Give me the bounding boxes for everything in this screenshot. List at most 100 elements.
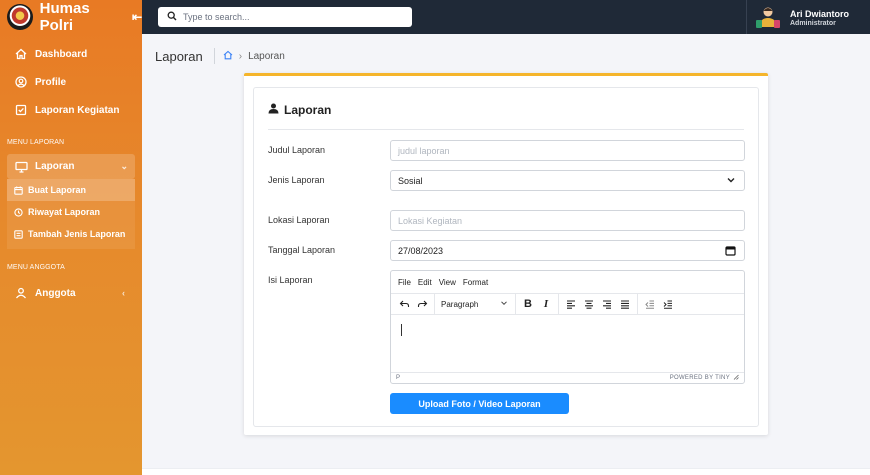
toolbar-separator xyxy=(515,293,516,315)
home-icon xyxy=(14,47,28,61)
breadcrumb-current: Laporan xyxy=(248,50,285,62)
text-cursor xyxy=(401,324,402,336)
toolbar-separator xyxy=(637,293,638,315)
user-menu[interactable]: Ari Dwiantoro Administrator xyxy=(746,0,870,34)
report-card: Laporan Judul Laporan judul laporan Jeni… xyxy=(244,73,768,435)
form-title-text: Laporan xyxy=(284,103,332,117)
italic-icon[interactable]: I xyxy=(537,295,555,313)
jenis-label: Jenis Laporan xyxy=(268,175,325,185)
bold-icon[interactable]: B xyxy=(519,295,537,313)
editor-statusbar: P POWERED BY TINY xyxy=(391,372,744,383)
sidebar-item-laporan-kegiatan[interactable]: Laporan Kegiatan xyxy=(0,96,142,124)
align-right-icon[interactable] xyxy=(598,295,616,313)
polri-logo xyxy=(7,4,33,30)
user-role: Administrator xyxy=(790,19,836,27)
brand: Humas Polri ⇤ xyxy=(0,0,142,34)
sidebar-item-dashboard[interactable]: Dashboard xyxy=(0,40,142,68)
sidebar-item-label: Laporan xyxy=(35,161,75,172)
powered-by-text: POWERED BY TINY xyxy=(669,375,730,381)
toolbar-separator xyxy=(558,293,559,315)
section-label-anggota: MENU ANGGOTA xyxy=(7,263,65,271)
rich-text-editor: File Edit View Format Paragraph B I P PO… xyxy=(390,270,745,384)
undo-icon[interactable] xyxy=(395,295,413,313)
upload-media-button[interactable]: Upload Foto / Video Laporan xyxy=(390,393,569,414)
sidebar-item-label: Dashboard xyxy=(35,48,88,60)
sidebar: Humas Polri ⇤ Dashboard Profile Laporan … xyxy=(0,0,142,475)
divider xyxy=(268,129,744,130)
redo-icon[interactable] xyxy=(413,295,431,313)
avatar xyxy=(756,6,780,28)
menu-format[interactable]: Format xyxy=(463,278,488,287)
app-title: Humas Polri xyxy=(39,0,90,34)
toolbar-separator xyxy=(434,293,435,315)
element-path: P xyxy=(396,375,401,381)
topbar: Type to search... Ari Dwiantoro Administ… xyxy=(142,0,870,34)
calendar-icon[interactable] xyxy=(725,245,736,258)
breadcrumb-divider xyxy=(213,48,215,64)
calendar-icon xyxy=(14,186,23,195)
history-icon xyxy=(14,207,23,217)
chevron-down-icon xyxy=(500,299,508,309)
judul-field[interactable]: judul laporan xyxy=(390,140,745,161)
isi-label: Isi Laporan xyxy=(268,275,313,285)
user-icon xyxy=(14,286,28,300)
sidebar-subitem-label: Buat Laporan xyxy=(28,185,87,195)
block-format-select[interactable]: Paragraph xyxy=(438,295,512,313)
block-format-value: Paragraph xyxy=(441,299,479,309)
tanggal-field[interactable]: 27/08/2023 xyxy=(390,240,745,261)
editor-menubar: File Edit View Format xyxy=(391,271,744,293)
sidebar-item-profile[interactable]: Profile xyxy=(0,68,142,96)
chevron-down-icon xyxy=(726,175,736,187)
home-icon[interactable] xyxy=(223,49,233,63)
jenis-selected: Sosial xyxy=(398,175,423,186)
align-center-icon[interactable] xyxy=(580,295,598,313)
chevron-right-icon: › xyxy=(238,50,243,62)
monitor-icon xyxy=(14,160,28,174)
chevron-down-icon: ⌄ xyxy=(120,161,128,171)
lokasi-placeholder: Lokasi Kegiatan xyxy=(398,215,463,226)
judul-label: Judul Laporan xyxy=(268,145,326,155)
tanggal-value: 27/08/2023 xyxy=(398,245,444,256)
sidebar-subitem-buat-laporan[interactable]: Buat Laporan xyxy=(7,179,135,201)
section-label-laporan: MENU LAPORAN xyxy=(7,138,65,146)
form-title: Laporan xyxy=(268,103,331,117)
resize-handle-icon[interactable] xyxy=(733,374,739,382)
menu-file[interactable]: File xyxy=(398,278,411,287)
page-title: Laporan xyxy=(155,48,203,64)
lokasi-label: Lokasi Laporan xyxy=(268,215,330,225)
breadcrumb: Laporan › Laporan xyxy=(155,46,285,66)
search-placeholder: Type to search... xyxy=(183,12,250,22)
outdent-icon[interactable] xyxy=(641,295,659,313)
laporan-submenu: Buat Laporan Riwayat Laporan Tambah Jeni… xyxy=(7,179,135,249)
editor-content-area[interactable] xyxy=(391,315,744,372)
user-circle-icon xyxy=(14,75,28,89)
sidebar-item-anggota[interactable]: Anggota ‹ xyxy=(0,279,142,307)
sidebar-item-label: Laporan Kegiatan xyxy=(35,104,120,116)
sidebar-subitem-label: Riwayat Laporan xyxy=(28,207,101,217)
editor-toolbar: Paragraph B I xyxy=(391,293,744,315)
collapse-sidebar-icon[interactable]: ⇤ xyxy=(132,10,142,24)
judul-placeholder: judul laporan xyxy=(398,145,450,156)
indent-icon[interactable] xyxy=(659,295,677,313)
sidebar-item-laporan[interactable]: Laporan ⌄ xyxy=(7,154,135,179)
align-left-icon[interactable] xyxy=(562,295,580,313)
footer xyxy=(142,468,870,475)
sidebar-subitem-riwayat-laporan[interactable]: Riwayat Laporan xyxy=(7,201,135,223)
powered-by: POWERED BY TINY xyxy=(670,374,739,382)
search-icon xyxy=(167,10,177,24)
chevron-left-icon: ‹ xyxy=(122,288,125,298)
tanggal-label: Tanggal Laporan xyxy=(268,245,336,255)
menu-view[interactable]: View xyxy=(439,278,456,287)
report-form: Laporan Judul Laporan judul laporan Jeni… xyxy=(253,87,759,427)
user-name: Ari Dwiantoro xyxy=(790,8,850,19)
align-justify-icon[interactable] xyxy=(616,295,634,313)
lokasi-field[interactable]: Lokasi Kegiatan xyxy=(390,210,745,231)
sidebar-subitem-tambah-jenis-laporan[interactable]: Tambah Jenis Laporan xyxy=(7,223,135,245)
jenis-select[interactable]: Sosial xyxy=(390,170,745,191)
search-input[interactable]: Type to search... xyxy=(158,7,412,27)
sidebar-item-label: Profile xyxy=(35,76,67,88)
sidebar-subitem-label: Tambah Jenis Laporan xyxy=(28,229,126,239)
menu-edit[interactable]: Edit xyxy=(418,278,432,287)
list-icon xyxy=(14,229,23,239)
sidebar-item-label: Anggota xyxy=(35,287,76,299)
